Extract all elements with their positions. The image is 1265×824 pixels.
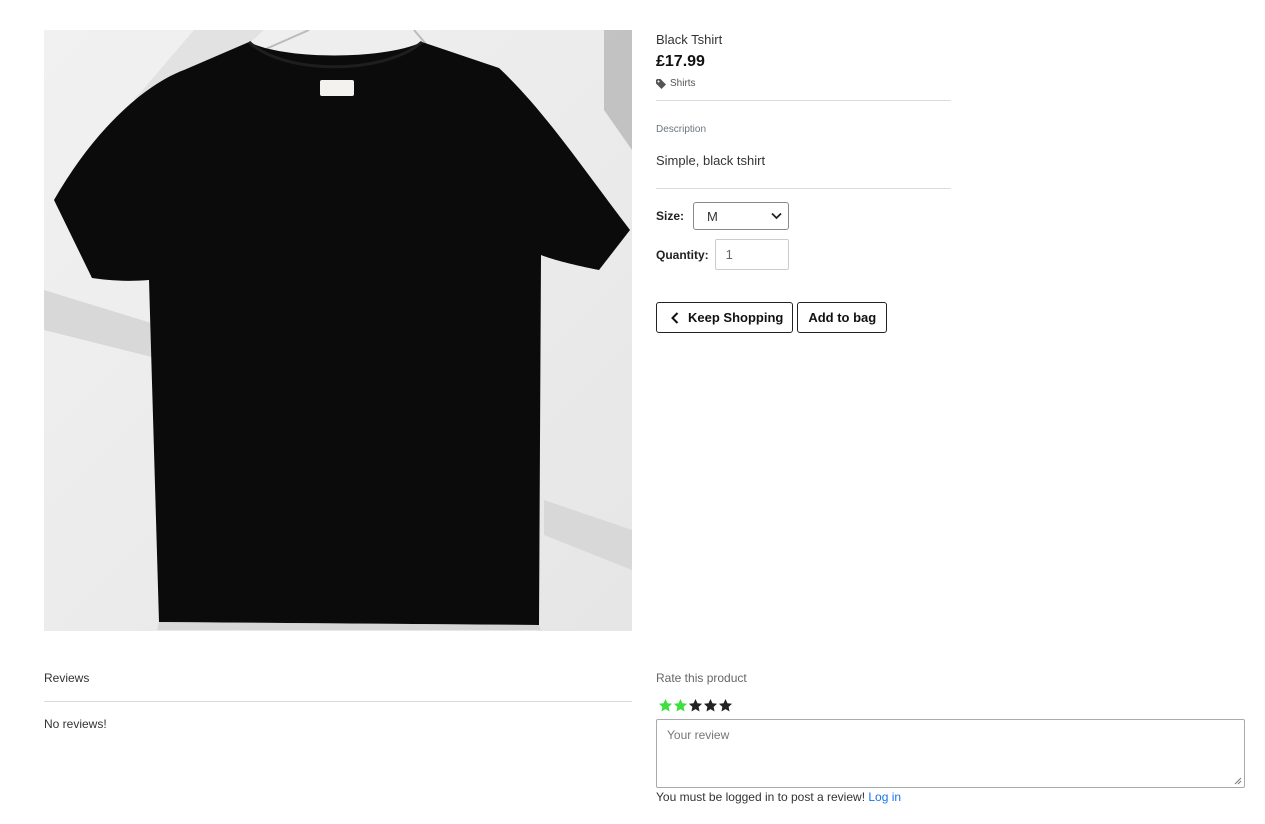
chevron-left-icon [671,311,679,324]
star-icon[interactable] [673,698,688,713]
login-note-text: You must be logged in to post a review! [656,790,866,804]
keep-shopping-label: Keep Shopping [688,310,784,325]
resize-grip-icon[interactable] [1234,777,1242,785]
quantity-row: Quantity: 1 [656,239,951,270]
product-image [44,30,632,631]
size-label: Size: [656,209,685,223]
quantity-input[interactable]: 1 [714,239,789,270]
star-rating[interactable] [658,698,733,713]
chevron-down-icon [771,212,782,220]
divider [656,100,951,101]
quantity-label: Quantity: [656,247,709,262]
add-to-bag-button[interactable]: Add to bag [797,302,888,333]
rate-heading: Rate this product [656,671,747,685]
quantity-value: 1 [725,247,733,262]
product-details: Black Tshirt £17.99 Shirts Description S… [656,30,951,333]
product-price: £17.99 [656,53,705,70]
login-note: You must be logged in to post a review! … [656,790,901,804]
description-label: Description [656,124,707,135]
size-row: Size: M [656,202,951,230]
product-title: Black Tshirt [656,32,723,47]
size-select[interactable]: M [693,202,790,230]
add-to-bag-label: Add to bag [808,310,877,325]
review-placeholder: Your review [667,728,730,742]
action-buttons: Keep Shopping Add to bag [656,302,951,333]
size-value: M [707,208,718,224]
keep-shopping-button[interactable]: Keep Shopping [656,302,794,333]
reviews-heading: Reviews [44,671,90,685]
star-icon[interactable] [688,698,703,713]
tag-icon [656,78,666,89]
star-icon[interactable] [703,698,718,713]
no-reviews-text: No reviews! [44,717,107,731]
star-icon[interactable] [718,698,733,713]
divider [44,701,632,702]
review-textarea[interactable]: Your review [656,719,1245,788]
star-icon[interactable] [658,698,673,713]
login-link[interactable]: Log in [868,790,901,804]
description-text: Simple, black tshirt [656,153,766,168]
product-category[interactable]: Shirts [656,78,951,89]
tshirt-photo [44,30,632,631]
divider [656,188,951,189]
category-label: Shirts [670,78,696,89]
